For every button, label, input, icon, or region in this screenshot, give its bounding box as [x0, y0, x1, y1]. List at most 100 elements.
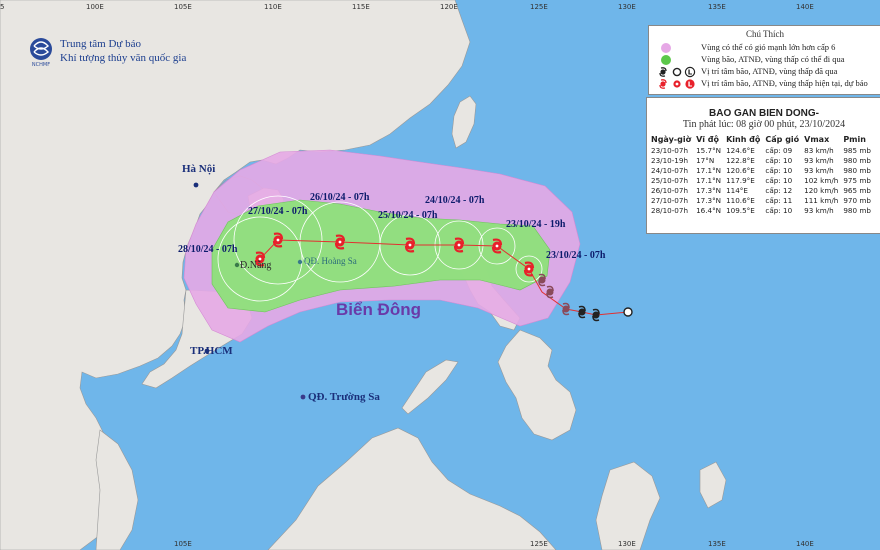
col-pmin: Pmin: [843, 135, 866, 144]
table-row: 24/10-07h 17.1°N 120.6°E cấp: 10 93 km/h 980 …: [651, 166, 876, 176]
table-row: 26/10-07h 17.3°N 114°E cấp: 12 120 km/h 965 m…: [651, 186, 876, 196]
table-cell: 23/10-19h: [651, 156, 689, 165]
hanoi-dot: [193, 182, 199, 188]
table-cell: 17.1°N: [696, 166, 722, 175]
green-dot-icon: [661, 55, 671, 65]
table-row: 27/10-07h 17.3°N 110.6°E cấp: 11 111 km/h 970…: [651, 196, 876, 206]
table-cell: 975 mb: [843, 176, 871, 185]
tick-lon-130-bottom: 130E: [618, 540, 636, 548]
svg-text:NCHMF: NCHMF: [32, 62, 50, 68]
table-row: 25/10-07h 17.1°N 117.9°E cấp: 10 102 km/h 975…: [651, 176, 876, 186]
tick-lon-130-top: 130E: [618, 3, 636, 11]
tick-lon-115-top: 115E: [352, 3, 370, 11]
table-cell: cấp: 10: [765, 156, 793, 165]
date-2310-07: 23/10/24 - 07h: [546, 250, 606, 261]
palawan-island: [401, 359, 459, 415]
pink-dot-icon: [661, 43, 671, 53]
date-2610: 26/10/24 - 07h: [310, 192, 370, 203]
hoangsa-dot: [297, 259, 303, 265]
legend-text-storm-zone: Vùng bão, ATNĐ, vùng thấp có thể đi qua: [701, 54, 845, 64]
table-cell: cấp: 12: [765, 186, 793, 195]
legend-text-wind-zone: Vùng có thể có gió mạnh lớn hơn cấp 6: [701, 42, 836, 52]
table-cell: 24/10-07h: [651, 166, 689, 175]
table-cell: cấp: 10: [765, 206, 793, 215]
table-cell: 26/10-07h: [651, 186, 689, 195]
table-cell: 28/10-07h: [651, 206, 689, 215]
table-cell: 122.8°E: [726, 156, 755, 165]
philippine-islands: [497, 329, 577, 441]
tick-lon-110-top: 110E: [264, 3, 282, 11]
halmahera-island: [699, 461, 727, 509]
col-lat: Vĩ độ: [696, 135, 720, 144]
borneo-island: [267, 427, 557, 550]
tick-lon-135-bottom: 135E: [708, 540, 726, 548]
past-storm-symbol: [592, 308, 600, 322]
svg-text:L: L: [688, 69, 693, 77]
storm-title: BAO GAN BIEN DONG-: [709, 108, 819, 119]
agency-logo: NCHMF: [30, 38, 52, 68]
table-cell: cấp: 10: [765, 166, 793, 175]
table-cell: 93 km/h: [804, 156, 834, 165]
tick-lon-135-top: 135E: [708, 3, 726, 11]
table-cell: 120.6°E: [726, 166, 755, 175]
storm-map: 5 100E 105E 110E 115E 120E 125E 130E 135…: [0, 0, 880, 550]
table-cell: 980 mb: [843, 166, 871, 175]
label-hoangsa: QĐ. Hoàng Sa: [304, 256, 357, 266]
table-cell: 17.1°N: [696, 176, 722, 185]
agency-header: NCHMF Trung tâm Dự báo Khí tượng thủy vă…: [24, 36, 214, 76]
table-cell: 102 km/h: [804, 176, 839, 185]
table-cell: 17.3°N: [696, 196, 722, 205]
table-cell: 965 mb: [843, 186, 871, 195]
col-vmax: Vmax: [804, 135, 830, 144]
danang-dot: [234, 262, 240, 268]
past-low-symbol: [623, 307, 633, 317]
date-2310-19: 23/10/24 - 19h: [506, 219, 566, 230]
table-cell: cấp: 11: [765, 196, 793, 205]
table-cell: cấp: 10: [765, 176, 793, 185]
sea-name: Biển Đông: [336, 300, 421, 319]
table-cell: 980 mb: [843, 206, 871, 215]
col-lon: Kinh độ: [726, 135, 761, 144]
tick-lon-125-top: 125E: [530, 3, 548, 11]
table-cell: 111 km/h: [804, 196, 839, 205]
legend-item-storm-zone: Vùng bão, ATNĐ, vùng thấp có thể đi qua: [657, 54, 845, 66]
label-truongsa: QĐ. Trường Sa: [308, 391, 380, 403]
table-cell: 27/10-07h: [651, 196, 689, 205]
table-cell: 114°E: [726, 186, 748, 195]
truongsa-dot: [300, 394, 306, 400]
table-cell: 16.4°N: [696, 206, 722, 215]
table-cell: 980 mb: [843, 156, 871, 165]
agency-name-line2: Khí tượng thủy văn quốc gia: [60, 52, 187, 64]
legend-title: Chú Thích: [745, 29, 785, 39]
tick-lon-120-top: 120E: [440, 3, 458, 11]
tick-lon-140-top: 140E: [796, 3, 814, 11]
label-hcm: TP.HCM: [190, 345, 233, 357]
table-cell: 17°N: [696, 156, 715, 165]
tick-lon-125-bottom: 125E: [530, 540, 548, 548]
label-danang: Đ.Nẵng: [240, 260, 272, 271]
legend-item-past: L Vị trí tâm bão, ATNĐ, vùng thấp đã qua: [657, 66, 837, 78]
table-cell: 120 km/h: [804, 186, 839, 195]
malay-peninsula: [95, 429, 139, 550]
taiwan-island: [451, 95, 477, 149]
past-storm-symbol: [578, 305, 586, 319]
table-cell: 15.7°N: [696, 146, 722, 155]
forecast-table: Ngày-giờ Vĩ độ Kinh độ Cấp gió Vmax Pmin…: [651, 135, 876, 216]
agency-name-line1: Trung tâm Dự báo: [60, 38, 142, 50]
col-time: Ngày-giờ: [651, 135, 692, 144]
date-2710: 27/10/24 - 07h: [248, 206, 308, 217]
date-2410: 24/10/24 - 07h: [425, 195, 485, 206]
tick-lon-105-bottom: 105E: [174, 540, 192, 548]
legend-text-past: Vị trí tâm bão, ATNĐ, vùng thấp đã qua: [701, 66, 838, 76]
date-2810: 28/10/24 - 07h: [178, 244, 238, 255]
svg-text:L: L: [688, 81, 693, 89]
table-cell: 93 km/h: [804, 166, 834, 175]
legend-text-current: Vị trí tâm bão, ATNĐ, vùng thấp hiện tại…: [701, 78, 868, 88]
tick-lon-105-top: 105E: [174, 3, 192, 11]
legend-item-wind-zone: Vùng có thể có gió mạnh lớn hơn cấp 6: [657, 42, 835, 54]
legend-item-current: L Vị trí tâm bão, ATNĐ, vùng thấp hiện t…: [657, 78, 868, 90]
issued-time: Tin phát lúc: 08 giờ 00 phút, 23/10/2024: [682, 119, 846, 130]
table-cell: 110.6°E: [726, 196, 755, 205]
table-cell: 970 mb: [843, 196, 871, 205]
table-row: 28/10-07h 16.4°N 109.5°E cấp: 10 93 km/h 980 …: [651, 206, 876, 216]
